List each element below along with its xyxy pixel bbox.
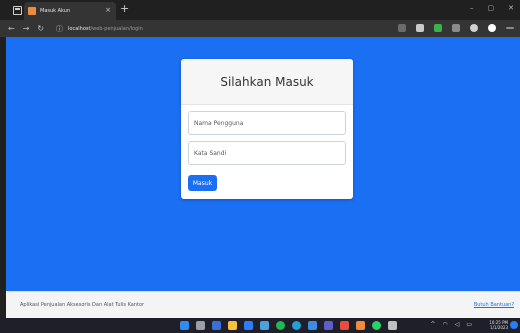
browser-titlebar: Masuk Akun × + – ▢ ✕ (0, 0, 520, 20)
login-title: Silahkan Masuk (220, 74, 314, 89)
taskbar: ^ ◠ ◁ ▭ 10:25 PM 1/1/2023 (0, 318, 520, 333)
new-tab-icon[interactable]: + (120, 3, 129, 15)
battery-icon[interactable]: ▭ (466, 321, 472, 328)
login-button[interactable]: Masuk (188, 175, 217, 191)
profile-avatar-icon[interactable] (488, 24, 496, 32)
minimize-icon[interactable]: – (470, 4, 474, 12)
refresh-icon[interactable]: ↻ (37, 24, 44, 33)
read-aloud-icon[interactable] (398, 24, 406, 32)
spotify-icon[interactable] (276, 321, 285, 330)
page-footer: Aplikasi Penjualan Aksesoris Dan Alat Tu… (6, 291, 520, 318)
collections-icon[interactable] (470, 24, 478, 32)
info-icon[interactable]: ⓘ (56, 24, 63, 34)
file-explorer-icon[interactable] (228, 321, 237, 330)
forward-icon[interactable]: → (23, 24, 30, 33)
taskbar-apps (180, 321, 397, 330)
edge-icon[interactable] (244, 321, 253, 330)
search-icon[interactable] (196, 321, 205, 330)
wifi-icon[interactable]: ◠ (442, 321, 447, 328)
app-orange-icon[interactable] (356, 321, 365, 330)
start-icon[interactable] (180, 321, 189, 330)
window-menu-icon[interactable] (13, 5, 22, 15)
tab-close-icon[interactable]: × (105, 6, 111, 14)
clock-date: 1/1/2023 (490, 325, 508, 330)
toolbar-icons (398, 24, 514, 32)
tray-chevron-icon[interactable]: ^ (430, 321, 435, 328)
window-controls: – ▢ ✕ (470, 4, 514, 12)
extension-green-icon[interactable] (434, 24, 442, 32)
clock[interactable]: 10:25 PM 1/1/2023 (489, 320, 508, 330)
favorites-icon[interactable] (452, 24, 460, 32)
login-card: Silahkan Masuk Masuk (181, 59, 353, 199)
url-path: /web-penjualan/login (90, 25, 143, 32)
notification-icon[interactable] (510, 321, 518, 329)
back-icon[interactable]: ← (8, 24, 15, 33)
tab-title: Masuk Akun (40, 8, 71, 14)
login-card-header: Silahkan Masuk (181, 59, 353, 105)
volume-icon[interactable]: ◁ (455, 321, 460, 328)
footer-text: Aplikasi Penjualan Aksesoris Dan Alat Tu… (20, 302, 145, 308)
browser-tab[interactable]: Masuk Akun × (24, 2, 116, 20)
app-gray-icon[interactable] (388, 321, 397, 330)
favicon-icon (28, 7, 36, 15)
address-bar[interactable]: ⓘ localhost /web-penjualan/login (56, 22, 436, 35)
more-options-icon[interactable] (506, 27, 514, 29)
help-link[interactable]: Butuh Bantuan? (474, 302, 514, 308)
store-icon[interactable] (260, 321, 269, 330)
browser-toolbar: ← → ↻ ⓘ localhost /web-penjualan/login (0, 20, 520, 37)
password-input[interactable] (188, 141, 346, 165)
url-host: localhost (68, 25, 91, 32)
app-red-icon[interactable] (340, 321, 349, 330)
chrome-icon[interactable] (292, 321, 301, 330)
page-background: Silahkan Masuk Masuk (6, 37, 520, 291)
maximize-icon[interactable]: ▢ (488, 4, 495, 12)
username-input[interactable] (188, 111, 346, 135)
whatsapp-icon[interactable] (372, 321, 381, 330)
task-view-icon[interactable] (212, 321, 221, 330)
close-icon[interactable]: ✕ (508, 4, 514, 12)
vscode-icon[interactable] (308, 321, 317, 330)
system-tray: ^ ◠ ◁ ▭ (430, 321, 472, 328)
teams-icon[interactable] (324, 321, 333, 330)
extension-icon[interactable] (416, 24, 424, 32)
